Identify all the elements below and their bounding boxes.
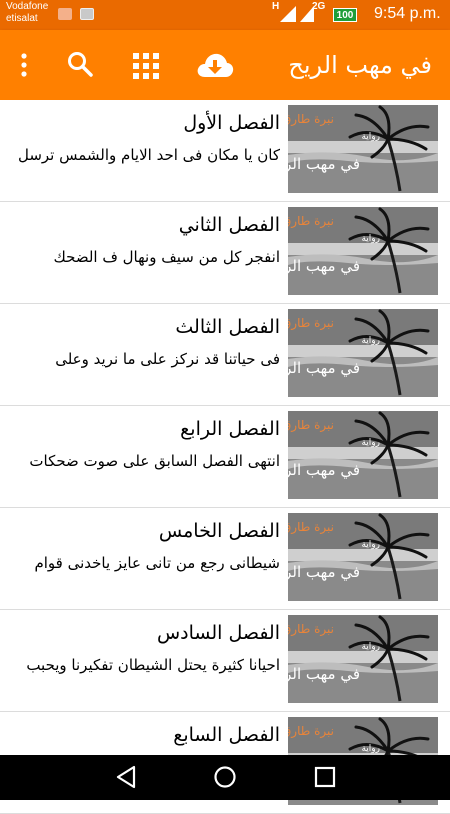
back-icon[interactable]: [114, 765, 138, 793]
carrier-name-1: Vodafone: [6, 1, 49, 12]
book-cover-art: نبرة طارق رواية في مهب الريح: [288, 207, 438, 295]
chapter-title: الفصل السابع: [173, 724, 280, 746]
home-icon[interactable]: [213, 765, 237, 793]
chapter-snippet: فى حياتنا قد نركز على ما نريد وعلى: [55, 350, 280, 368]
cover-author-text: نبرة طارق: [288, 520, 334, 535]
chapter-list: نبرة طارق رواية في مهب الريح الفصل الأول ك…: [0, 100, 450, 814]
cover-title-text: في مهب الريح: [288, 461, 360, 480]
chapter-snippet: انفجر كل من سيف ونهال ف الضحك: [53, 248, 281, 266]
chapter-title: الفصل الأول: [183, 112, 280, 134]
chapter-title: الفصل الرابع: [180, 418, 280, 440]
clock: 9:54 p.m.: [374, 5, 441, 22]
overflow-menu-icon[interactable]: [18, 52, 30, 82]
cover-label-text: رواية: [361, 438, 380, 448]
chapter-row[interactable]: نبرة طارق رواية في مهب الريح الفصل الأول ك…: [0, 100, 450, 202]
search-icon[interactable]: [66, 50, 94, 82]
book-cover-art: نبرة طارق رواية في مهب الريح: [288, 615, 438, 703]
chapter-snippet: انتهى الفصل السابق على صوت ضحكات: [29, 452, 280, 470]
cloud-download-icon[interactable]: [196, 51, 234, 83]
chapter-title: الفصل الثالث: [175, 316, 280, 338]
cover-author-text: نبرة طارق: [288, 724, 334, 739]
chapter-thumbnail: نبرة طارق رواية في مهب الريح: [288, 411, 438, 499]
chapter-thumbnail: نبرة طارق رواية في مهب الريح: [288, 207, 438, 295]
chapter-row[interactable]: نبرة طارقروايةفي مهب الريح الفصل الثاني …: [0, 202, 450, 304]
chapter-row[interactable]: نبرة طارقروايةفي مهب الريح الفصل الثالث …: [0, 304, 450, 406]
chapter-row[interactable]: نبرة طارقروايةفي مهب الريح الفصل الرابع …: [0, 406, 450, 508]
cover-title-text: في مهب الريح: [288, 257, 360, 276]
cover-label-text: رواية: [361, 234, 380, 244]
cover-author-text: نبرة طارق: [288, 214, 334, 229]
battery-icon: 100: [333, 8, 357, 22]
cover-author-text: نبرة طارق: [288, 622, 334, 637]
chapter-snippet: شيطانى رجع من تانى عايز ياخدنى قوام: [34, 554, 280, 572]
chapter-row[interactable]: نبرة طارقروايةفي مهب الريح الفصل السادس …: [0, 610, 450, 712]
chapter-title: الفصل الثاني: [178, 214, 280, 236]
book-cover-art: نبرة طارق رواية في مهب الريح: [288, 105, 438, 193]
signal-icon: [280, 6, 296, 22]
chapter-thumbnail: نبرة طارق رواية في مهب الريح: [288, 615, 438, 703]
notification-icon: [58, 8, 72, 20]
network-type-h: H: [272, 1, 280, 12]
chapter-thumbnail: نبرة طارق رواية في مهب الريح: [288, 309, 438, 397]
image-notification-icon: [80, 8, 94, 20]
signal-2-icon: [300, 6, 314, 22]
cover-author-text: نبرة طارق: [288, 418, 334, 433]
chapter-title: الفصل الخامس: [158, 520, 280, 542]
navigation-bar: [0, 755, 450, 800]
chapter-title: الفصل السادس: [156, 622, 280, 644]
book-cover-art: نبرة طارق رواية في مهب الريح: [288, 411, 438, 499]
cover-label-text: رواية: [361, 642, 380, 652]
cover-title-text: في مهب الريح: [288, 155, 360, 174]
carrier-name-2: etisalat: [6, 13, 38, 24]
cover-title-text: في مهب الريح: [288, 359, 360, 378]
cover-label-text: رواية: [361, 132, 380, 142]
grid-icon[interactable]: [133, 53, 159, 83]
network-type-2g: 2G: [312, 1, 326, 12]
status-bar: Vodafone etisalat H 2G 100 9:54 p.m.: [0, 0, 450, 30]
app-title: في مهب الريح: [288, 51, 432, 79]
chapter-snippet: كان يا مكان فى احد الايام والشمس ترسل: [17, 146, 280, 164]
cover-label-text: رواية: [361, 540, 380, 550]
app-bar: في مهب الريح: [0, 30, 450, 100]
cover-label-text: رواية: [361, 336, 380, 346]
chapter-snippet: احيانا كثيرة يحتل الشيطان تفكيرنا ويحبب: [26, 656, 280, 674]
cover-author-text: نبرة طارق: [288, 316, 334, 331]
recent-apps-icon[interactable]: [313, 765, 337, 793]
chapter-thumbnail: نبرة طارق رواية في مهب الريح: [288, 513, 438, 601]
book-cover-art: نبرة طارق رواية في مهب الريح: [288, 513, 438, 601]
chapter-row[interactable]: نبرة طارقروايةفي مهب الريح الفصل الخامس …: [0, 508, 450, 610]
cover-title-text: في مهب الريح: [288, 665, 360, 684]
carrier-label: Vodafone etisalat: [6, 1, 48, 25]
cover-title-text: في مهب الريح: [288, 563, 360, 582]
cover-label-text: رواية: [361, 744, 380, 754]
cover-author-text: نبرة طارق: [288, 112, 334, 127]
book-cover-art: نبرة طارق رواية في مهب الريح: [288, 309, 438, 397]
chapter-thumbnail: نبرة طارق رواية في مهب الريح: [288, 105, 438, 193]
